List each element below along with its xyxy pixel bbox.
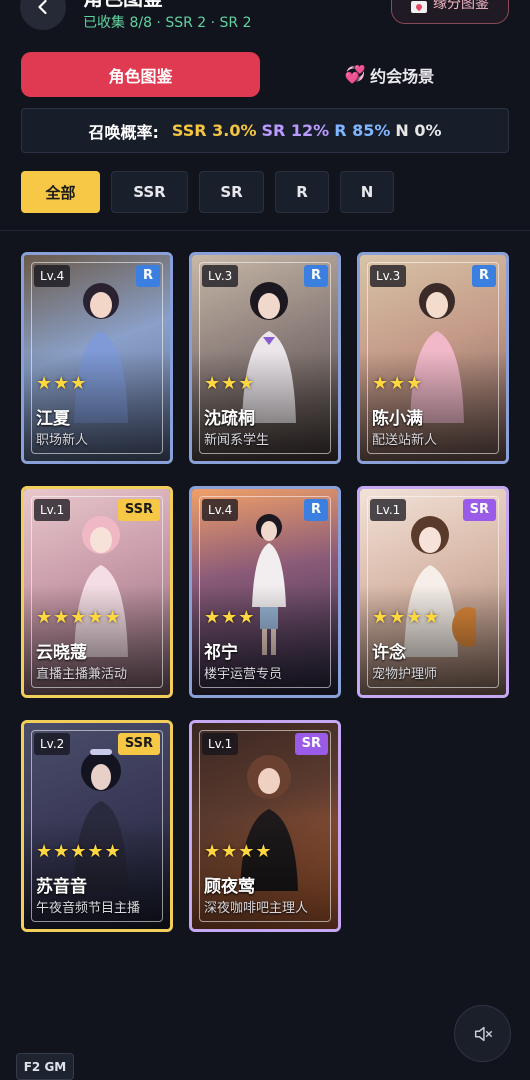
character-card[interactable]: Lv.3 R ★★★ 陈小满 配送站新人 [357, 252, 509, 464]
tab-date-scenes[interactable]: 💞 约会场景 [270, 52, 509, 97]
character-role: 配送站新人 [372, 433, 438, 448]
character-name: 祁宁 [204, 643, 238, 663]
speaker-muted-icon [474, 1026, 492, 1041]
character-card[interactable]: Lv.4 R ★★★ 祁宁 楼宇运营专员 [189, 486, 341, 698]
level-label: Lv.4 [202, 499, 239, 521]
character-name: 江夏 [36, 409, 70, 429]
level-label: Lv.1 [202, 733, 239, 755]
star-rating: ★★★★ [204, 841, 273, 862]
character-card[interactable]: Lv.2 SSR ★★★★★ 苏音音 午夜音频节目主播 [21, 720, 173, 932]
fate-gallery-button[interactable]: 缘分图鉴 [391, 0, 509, 24]
rarity-badge: SSR [117, 733, 160, 755]
collection-summary: 已收集 8/8 · SSR 2 · SR 2 [83, 15, 252, 31]
summon-rate-label: 召唤概率: [88, 122, 159, 142]
star-rating: ★★★ [204, 607, 256, 628]
character-name: 许念 [372, 643, 406, 663]
character-role: 宠物护理师 [372, 667, 438, 682]
character-name: 顾夜莺 [204, 877, 255, 897]
top-header: 角色图鉴 已收集 8/8 · SSR 2 · SR 2 缘分图鉴 [0, 0, 530, 40]
rarity-badge: R [303, 265, 328, 287]
star-rating: ★★★★★ [36, 607, 122, 628]
character-name: 苏音音 [36, 877, 87, 897]
rate-r: R 85% [334, 121, 391, 140]
filter-n[interactable]: N [340, 171, 394, 213]
character-name: 沈疏桐 [204, 409, 255, 429]
hearts-icon: 💞 [344, 64, 367, 85]
rarity-badge: SSR [117, 499, 160, 521]
level-label: Lv.2 [34, 733, 71, 755]
character-card[interactable]: Lv.3 R ★★★ 沈疏桐 新闻系学生 [189, 252, 341, 464]
filter-r[interactable]: R [275, 171, 329, 213]
tab-character-gallery-label: 角色图鉴 [108, 66, 173, 86]
star-rating: ★★★ [36, 373, 88, 394]
filter-sr[interactable]: SR [199, 171, 264, 213]
rarity-badge: R [303, 499, 328, 521]
summon-rate-bar: 召唤概率: SSR 3.0% SR 12% R 85% N 0% [21, 108, 509, 153]
rarity-badge: SR [294, 733, 328, 755]
level-label: Lv.3 [370, 265, 407, 287]
page-title: 角色图鉴 [83, 0, 163, 10]
mute-button[interactable] [454, 1005, 511, 1062]
star-rating: ★★★★ [372, 607, 441, 628]
level-label: Lv.4 [34, 265, 71, 287]
level-label: Lv.3 [202, 265, 239, 287]
character-card[interactable]: Lv.1 SR ★★★★ 许念 宠物护理师 [357, 486, 509, 698]
tab-character-gallery[interactable]: 角色图鉴 [21, 52, 260, 97]
envelope-heart-icon [411, 1, 427, 13]
character-role: 午夜音频节目主播 [36, 901, 141, 916]
character-card[interactable]: Lv.4 R ★★★ 江夏 职场新人 [21, 252, 173, 464]
rate-sr: SR 12% [261, 121, 330, 140]
back-button[interactable] [20, 0, 66, 30]
character-card[interactable]: Lv.1 SSR ★★★★★ 云晓蔻 直播主播兼活动 [21, 486, 173, 698]
star-rating: ★★★ [204, 373, 256, 394]
level-label: Lv.1 [370, 499, 407, 521]
chevron-left-icon [38, 0, 47, 15]
section-divider [0, 230, 530, 231]
fate-gallery-label: 缘分图鉴 [433, 0, 489, 12]
character-card[interactable]: Lv.1 SR ★★★★ 顾夜莺 深夜咖啡吧主理人 [189, 720, 341, 932]
level-label: Lv.1 [34, 499, 71, 521]
character-role: 深夜咖啡吧主理人 [204, 901, 309, 916]
star-rating: ★★★ [372, 373, 424, 394]
filter-ssr[interactable]: SSR [111, 171, 188, 213]
star-rating: ★★★★★ [36, 841, 122, 862]
rarity-badge: R [471, 265, 496, 287]
gm-shortcut-button[interactable]: F2 GM [16, 1053, 74, 1080]
tab-date-scenes-label: 约会场景 [370, 66, 435, 86]
rate-n: N 0% [395, 121, 442, 140]
filter-all[interactable]: 全部 [21, 171, 100, 213]
rarity-badge: R [135, 265, 160, 287]
character-name: 陈小满 [372, 409, 423, 429]
character-role: 楼宇运营专员 [204, 667, 283, 682]
rarity-badge: SR [462, 499, 496, 521]
rate-ssr: SSR 3.0% [171, 121, 257, 140]
character-role: 职场新人 [36, 433, 89, 448]
character-role: 新闻系学生 [204, 433, 270, 448]
character-role: 直播主播兼活动 [36, 667, 128, 682]
character-name: 云晓蔻 [36, 643, 87, 663]
